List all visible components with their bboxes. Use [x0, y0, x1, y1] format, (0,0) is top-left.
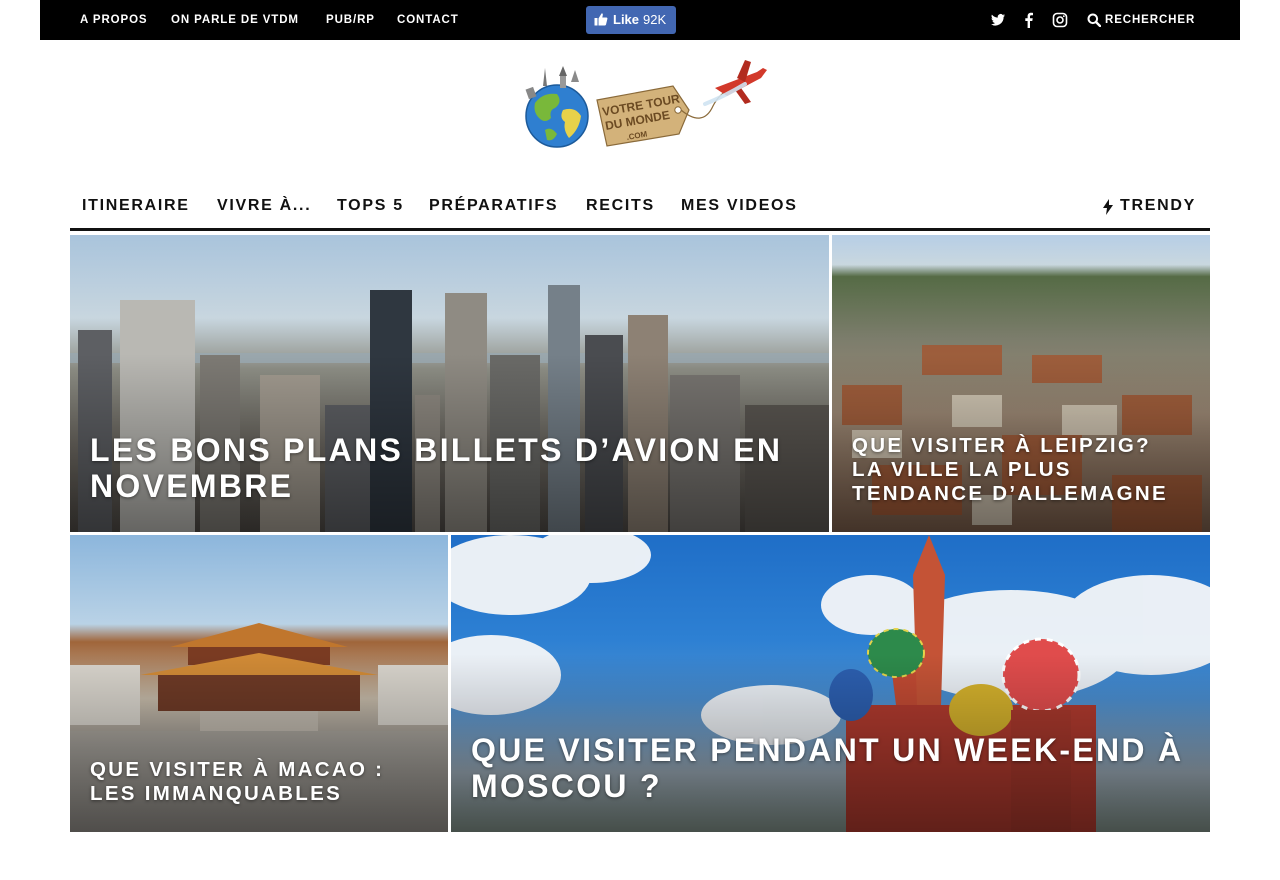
featured-post-title: LES BONS PLANS BILLETS D’AVION EN NOVEMB… [90, 432, 783, 504]
facebook-like-label: Like [613, 12, 640, 27]
featured-post-title: QUE VISITER PENDANT UN WEEK-END À MOSCOU… [471, 732, 1184, 804]
nav-item-preparatifs[interactable]: PRÉPARATIFS [429, 190, 558, 222]
featured-post-title: QUE VISITER À LEIPZIG? LA VILLE LA PLUS … [852, 434, 1168, 505]
nav-item-trendy[interactable]: TRENDY [1103, 190, 1207, 222]
site-logo[interactable]: VOTRE TOUR DU MONDE .COM [505, 58, 775, 158]
search-label: RECHERCHER [1105, 14, 1196, 26]
facebook-like-count: 92K [643, 12, 667, 27]
topbar-link-a-propos[interactable]: A PROPOS [80, 0, 147, 40]
top-bar: A PROPOS ON PARLE DE VTDM PUB/RP CONTACT… [40, 0, 1240, 40]
nav-item-vivre-a[interactable]: VIVRE À... [217, 190, 311, 222]
nav-item-itineraire[interactable]: ITINERAIRE [82, 190, 190, 222]
nav-item-mes-videos[interactable]: MES VIDEOS [681, 190, 798, 222]
thumbs-up-icon [594, 13, 608, 26]
featured-post-billets-avion[interactable]: LES BONS PLANS BILLETS D’AVION EN NOVEMB… [70, 235, 829, 532]
featured-post-moscou[interactable]: QUE VISITER PENDANT UN WEEK-END À MOSCOU… [451, 535, 1210, 832]
topbar-link-pub-rp[interactable]: PUB/RP [326, 0, 375, 40]
facebook-icon[interactable] [1021, 12, 1037, 28]
topbar-link-on-parle-de-vtdm[interactable]: ON PARLE DE VTDM [171, 0, 299, 40]
topbar-link-contact[interactable]: CONTACT [397, 0, 459, 40]
twitter-icon[interactable] [990, 12, 1006, 28]
instagram-icon[interactable] [1052, 12, 1068, 28]
nav-item-tops-5[interactable]: TOPS 5 [337, 190, 404, 222]
featured-post-macao[interactable]: QUE VISITER À MACAO : LES IMMANQUABLES [70, 535, 448, 832]
featured-post-leipzig[interactable]: QUE VISITER À LEIPZIG? LA VILLE LA PLUS … [832, 235, 1210, 532]
nav-divider [70, 228, 1210, 231]
nav-item-recits[interactable]: RECITS [586, 190, 655, 222]
search-icon [1087, 13, 1101, 27]
featured-post-title: QUE VISITER À MACAO : LES IMMANQUABLES [90, 758, 385, 805]
facebook-like-button[interactable]: Like 92K [586, 6, 676, 34]
trendy-label: TRENDY [1120, 197, 1196, 214]
lightning-bolt-icon [1103, 199, 1113, 215]
